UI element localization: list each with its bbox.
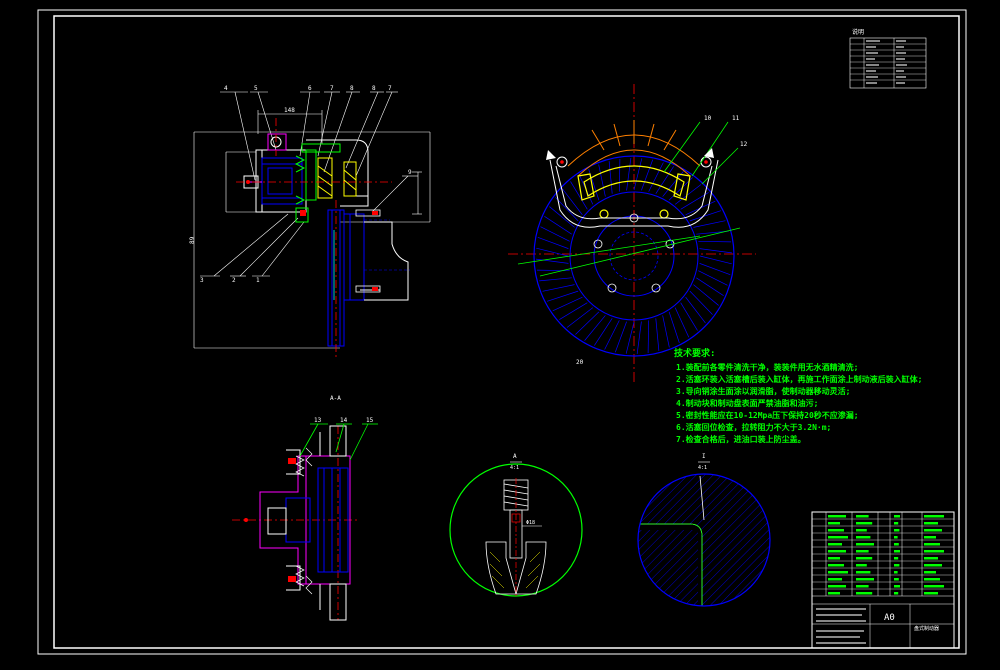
parts-entry	[924, 529, 942, 532]
note-4: 4.制动块和制动盘表面严禁油脂和油污;	[676, 398, 818, 408]
parts-entry	[924, 585, 944, 588]
dim-left-89: 89	[189, 236, 196, 244]
parts-entry	[856, 578, 874, 581]
parts-entry	[828, 557, 840, 560]
callout-10: 10	[704, 115, 712, 122]
parts-entry	[924, 564, 942, 567]
top-table-title: 说明	[852, 28, 864, 36]
callout-4: 4	[224, 85, 228, 92]
parts-entry	[828, 550, 846, 553]
parts-entry	[924, 536, 936, 539]
front-scale-note: 20	[576, 359, 584, 366]
parts-entry	[856, 543, 874, 546]
parts-entry	[856, 550, 869, 553]
callout-14: 14	[340, 417, 348, 424]
parts-entry	[894, 578, 899, 581]
parts-entry	[894, 550, 900, 553]
parts-entry	[894, 515, 900, 518]
parts-entry	[828, 564, 844, 567]
callout-7b: 7	[388, 85, 392, 92]
note-1: 1.装配前各零件清洗干净，装装件用无水酒精清洗;	[676, 362, 858, 372]
detail-b-label: I	[702, 453, 706, 460]
detail-b-scale: 4:1	[698, 465, 707, 471]
parts-entry	[856, 522, 873, 525]
parts-entry	[856, 515, 869, 518]
parts-entry	[894, 585, 900, 588]
callout-6: 6	[308, 85, 312, 92]
note-5: 5.密封性能应在10-12Mpa压下保持20秒不应渗漏;	[676, 410, 859, 420]
callout-13: 13	[314, 417, 322, 424]
parts-entry	[828, 571, 848, 574]
callout-8: 8	[350, 85, 354, 92]
dim-top-148: 148	[284, 107, 295, 114]
callout-15: 15	[366, 417, 374, 424]
parts-entry	[894, 564, 900, 567]
callout-12: 12	[740, 141, 748, 148]
parts-entry	[924, 592, 938, 595]
parts-entry	[894, 557, 899, 560]
parts-entry	[856, 564, 867, 567]
note-3: 3.导向销涂生面涂以润滑脂，使制动器移动灵活;	[676, 386, 850, 396]
callout-3: 3	[200, 277, 204, 284]
notes-heading: 技术要求:	[674, 347, 715, 359]
detail-a-label: A	[513, 453, 517, 460]
cad-drawing: 说明 4 5 6 7 8 8 7 9 3 2 1 148 89 A-A 10 1…	[0, 0, 1000, 666]
parts-entry	[828, 578, 842, 581]
parts-entry	[894, 522, 899, 525]
parts-entry	[828, 592, 840, 595]
cad-drawing-canvas: 说明 4 5 6 7 8 8 7 9 3 2 1 148 89 A-A 10 1…	[0, 0, 1000, 666]
parts-entry	[894, 543, 899, 546]
parts-entry	[924, 578, 940, 581]
parts-entry	[828, 536, 848, 539]
parts-entry	[894, 536, 898, 539]
parts-entry	[856, 592, 873, 595]
drawing-name: 盘式制动器	[914, 625, 939, 632]
parts-entry	[924, 522, 938, 525]
parts-entry	[924, 557, 938, 560]
parts-entry	[894, 592, 899, 595]
parts-entry	[828, 515, 846, 518]
parts-entry	[856, 536, 871, 539]
parts-entry	[856, 557, 873, 560]
parts-entry	[856, 529, 867, 532]
parts-entry	[894, 529, 900, 532]
parts-entry	[894, 571, 898, 574]
callout-7: 7	[330, 85, 334, 92]
parts-entry	[856, 571, 871, 574]
parts-entry	[924, 515, 944, 518]
detail-a-scale: 4:1	[510, 465, 519, 471]
parts-entry	[828, 543, 842, 546]
detail-a-dim: Φ18	[526, 520, 535, 526]
parts-entry	[856, 585, 869, 588]
parts-entry	[924, 571, 936, 574]
parts-entry	[828, 585, 846, 588]
callout-2: 2	[232, 277, 236, 284]
parts-entry	[828, 522, 840, 525]
parts-entry	[924, 550, 944, 553]
section-label-aa: A-A	[330, 395, 341, 402]
callout-8b: 8	[372, 85, 376, 92]
parts-entry	[828, 529, 844, 532]
callout-1: 1	[256, 277, 260, 284]
note-7: 7.检查合格后，进油口装上防尘盖。	[676, 434, 806, 444]
callout-11: 11	[732, 115, 740, 122]
note-6: 6.活塞回位检查，拉转阻力不大于3.2N·m;	[676, 422, 831, 432]
callout-5: 5	[254, 85, 258, 92]
note-2: 2.活塞环装入活塞槽后装入缸体，再施工作面涂上制动液后装入缸体;	[676, 374, 922, 384]
sheet-size: A0	[884, 613, 895, 623]
parts-entry	[924, 543, 940, 546]
callout-9: 9	[408, 169, 412, 176]
